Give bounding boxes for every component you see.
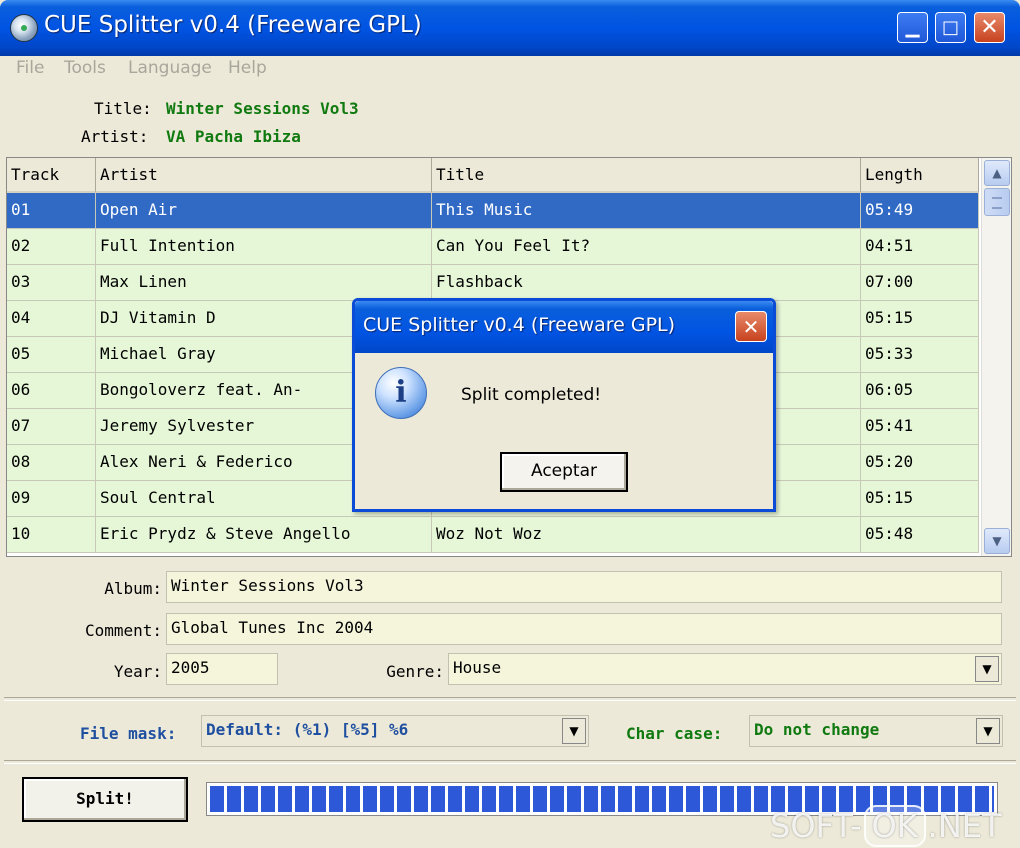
year-field[interactable]: 2005 <box>166 653 278 685</box>
track-artist: Max Linen <box>96 265 432 301</box>
table-row[interactable]: 10 Eric Prydz & Steve Angello Woz Not Wo… <box>7 517 979 553</box>
track-number: 06 <box>7 373 96 409</box>
genre-select[interactable]: House ▼ <box>448 653 1002 685</box>
title-label: Title: <box>94 99 152 118</box>
column-header-track[interactable]: Track <box>7 158 96 193</box>
album-title-value: Winter Sessions Vol3 <box>166 99 359 118</box>
scroll-down-arrow-icon[interactable]: ▼ <box>984 528 1010 554</box>
track-number: 03 <box>7 265 96 301</box>
track-length: 05:15 <box>861 481 979 517</box>
track-length: 04:51 <box>861 229 979 265</box>
file-mask-label: File mask: <box>80 724 177 743</box>
window-title: CUE Splitter v0.4 (Freeware GPL) <box>44 12 422 38</box>
track-number: 10 <box>7 517 96 553</box>
menu-file[interactable]: File <box>16 58 44 78</box>
message-dialog: CUE Splitter v0.4 (Freeware GPL) ✕ i Spl… <box>352 298 776 512</box>
track-length: 05:41 <box>861 409 979 445</box>
menu-help[interactable]: Help <box>228 58 267 78</box>
char-case-label: Char case: <box>626 724 723 743</box>
table-row[interactable]: 02 Full Intention Can You Feel It? 04:51 <box>7 229 979 265</box>
track-number: 02 <box>7 229 96 265</box>
track-number: 09 <box>7 481 96 517</box>
comment-label: Comment: <box>84 621 162 640</box>
track-length: 05:15 <box>861 301 979 337</box>
dialog-ok-button[interactable]: Aceptar <box>500 452 628 492</box>
chevron-down-icon[interactable]: ▼ <box>975 656 999 682</box>
track-length: 05:20 <box>861 445 979 481</box>
dialog-titlebar[interactable]: CUE Splitter v0.4 (Freeware GPL) ✕ <box>355 301 773 353</box>
year-label: Year: <box>113 662 162 681</box>
track-title: Woz Not Woz <box>432 517 861 553</box>
scroll-up-arrow-icon[interactable]: ▲ <box>984 160 1010 186</box>
window-titlebar[interactable]: CUE Splitter v0.4 (Freeware GPL) ▁ □ ✕ <box>0 0 1020 56</box>
track-length: 05:33 <box>861 337 979 373</box>
track-title: Can You Feel It? <box>432 229 861 265</box>
section-divider <box>4 760 1016 764</box>
track-title: Flashback <box>432 265 861 301</box>
vertical-scrollbar[interactable]: ▲ ▼ <box>981 158 1011 556</box>
track-number: 04 <box>7 301 96 337</box>
section-divider <box>4 697 1016 701</box>
album-field[interactable]: Winter Sessions Vol3 <box>166 571 1002 603</box>
track-length: 06:05 <box>861 373 979 409</box>
track-number: 08 <box>7 445 96 481</box>
split-button[interactable]: Split! <box>22 777 188 822</box>
char-case-select[interactable]: Do not change ▼ <box>749 715 1003 747</box>
genre-value: House <box>453 658 502 677</box>
track-artist: Eric Prydz & Steve Angello <box>96 517 432 553</box>
comment-field[interactable]: Global Tunes Inc 2004 <box>166 613 1002 645</box>
genre-label: Genre: <box>386 662 444 681</box>
track-number: 01 <box>7 193 96 229</box>
track-artist: Open Air <box>96 193 432 229</box>
close-button[interactable]: ✕ <box>974 12 1005 43</box>
scroll-thumb[interactable] <box>984 188 1010 216</box>
file-mask-select[interactable]: Default: (%1) [%5] %6 ▼ <box>201 715 589 747</box>
column-header-title[interactable]: Title <box>432 158 861 193</box>
menu-bar: File Tools Language Help <box>4 56 1016 82</box>
track-length: 05:49 <box>861 193 979 229</box>
maximize-button[interactable]: □ <box>935 12 966 43</box>
table-row[interactable]: 03 Max Linen Flashback 07:00 <box>7 265 979 301</box>
artist-label: Artist: <box>81 127 149 146</box>
minimize-button[interactable]: ▁ <box>897 12 928 43</box>
track-length: 05:48 <box>861 517 979 553</box>
track-artist: Full Intention <box>96 229 432 265</box>
file-mask-value: Default: (%1) [%5] %6 <box>206 720 409 739</box>
chevron-down-icon[interactable]: ▼ <box>976 718 1000 744</box>
album-artist-value: VA Pacha Ibiza <box>166 127 301 146</box>
info-icon: i <box>375 367 427 419</box>
track-number: 07 <box>7 409 96 445</box>
char-case-value: Do not change <box>754 720 880 739</box>
track-length: 07:00 <box>861 265 979 301</box>
track-title: This Music <box>432 193 861 229</box>
column-header-length[interactable]: Length <box>861 158 979 193</box>
dialog-close-button[interactable]: ✕ <box>735 311 767 342</box>
column-header-artist[interactable]: Artist <box>96 158 432 193</box>
table-row[interactable]: 01 Open Air This Music 05:49 <box>7 193 979 229</box>
dialog-message: Split completed! <box>461 385 602 405</box>
album-label: Album: <box>104 579 162 598</box>
dialog-title: CUE Splitter v0.4 (Freeware GPL) <box>363 314 676 336</box>
menu-tools[interactable]: Tools <box>64 58 106 78</box>
cd-icon <box>10 14 38 42</box>
watermark-logo: SOFT- OK .NET <box>770 805 1002 847</box>
chevron-down-icon[interactable]: ▼ <box>562 718 586 744</box>
track-number: 05 <box>7 337 96 373</box>
menu-language[interactable]: Language <box>128 58 212 78</box>
